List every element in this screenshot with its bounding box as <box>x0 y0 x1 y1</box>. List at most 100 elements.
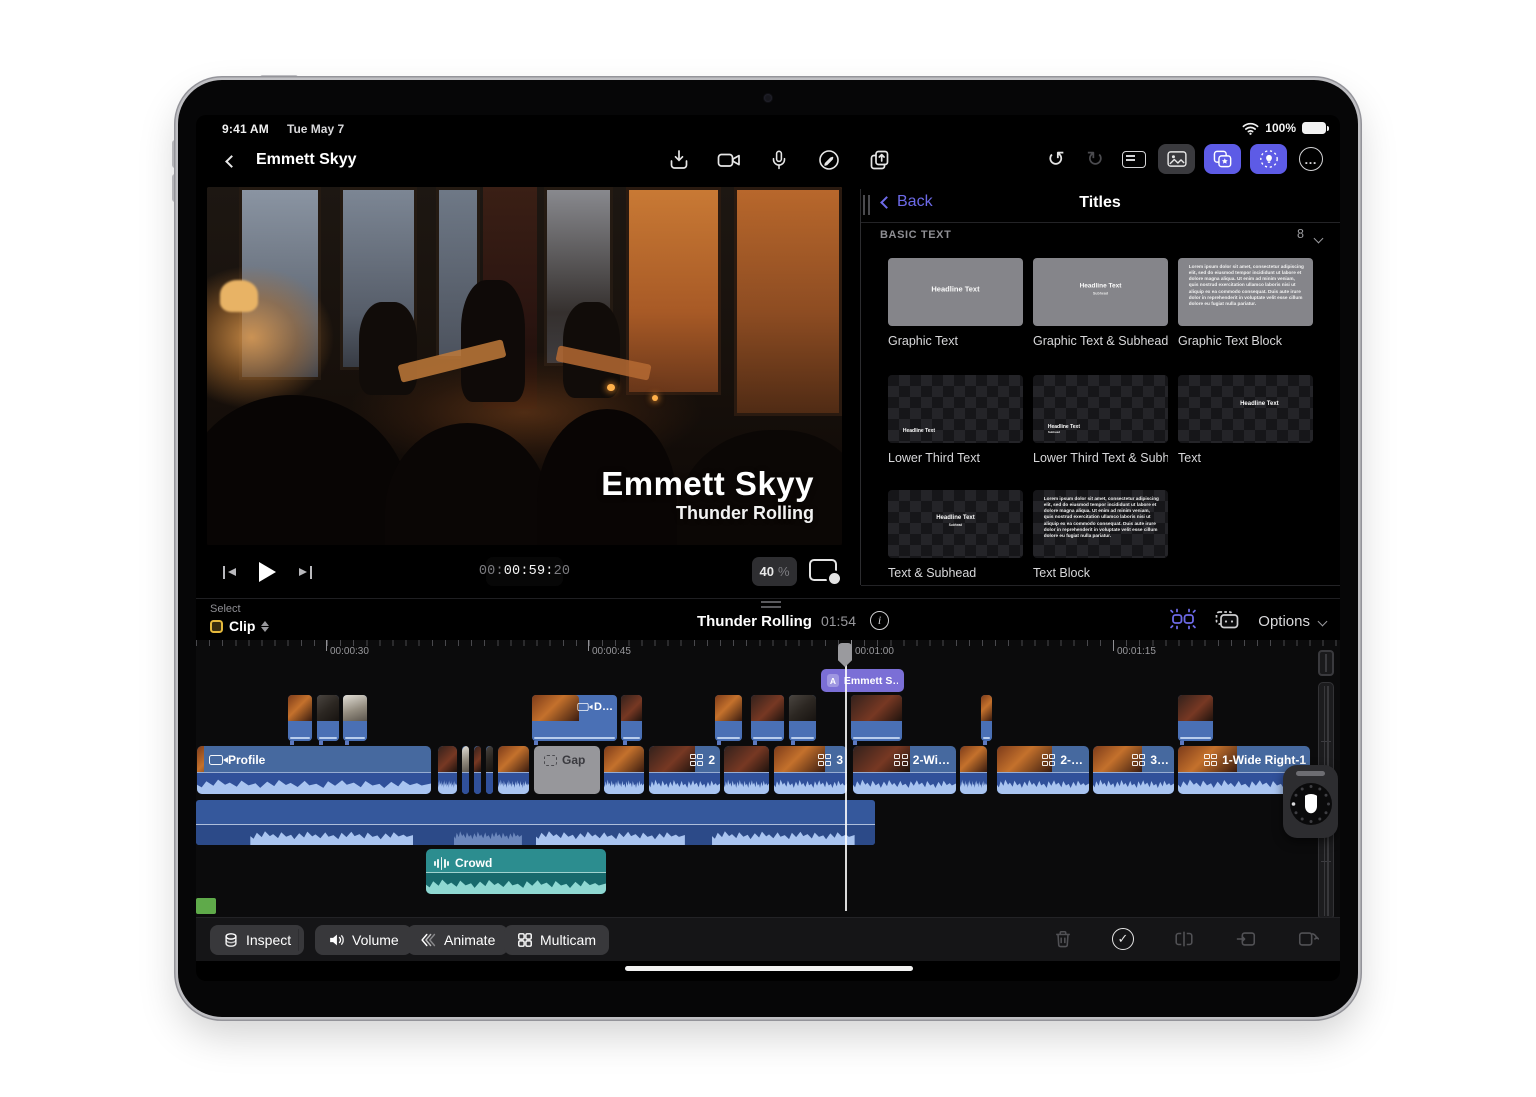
title-item-text[interactable]: Headline Text Text <box>1178 375 1313 465</box>
pencil-circle-icon <box>817 148 841 172</box>
audio-clip-crowd[interactable]: Crowd <box>425 848 607 895</box>
timecode-display[interactable]: 00:00:59:20 <box>486 557 563 586</box>
clip[interactable] <box>461 745 470 795</box>
connected-clip[interactable] <box>714 694 743 742</box>
title-item-text-subhead[interactable]: Headline Text Subhead Text & Subhead <box>888 490 1023 580</box>
options-button[interactable]: Options <box>1258 613 1326 630</box>
timeline-project-duration: 01:54 <box>821 613 856 629</box>
select-mode-dropdown[interactable]: Clip <box>210 618 269 634</box>
section-collapse-button[interactable] <box>1315 229 1322 247</box>
panel-back-button[interactable]: Back <box>882 193 933 211</box>
clip-2-wide[interactable]: 2-Wi… <box>852 745 957 795</box>
audio-clip-music[interactable] <box>196 800 875 845</box>
redo-button[interactable]: ↻ <box>1080 144 1110 174</box>
clip-height-control[interactable] <box>1318 650 1334 676</box>
multicam-icon <box>1042 754 1056 766</box>
external-display-icon[interactable] <box>809 559 837 581</box>
clip[interactable] <box>959 745 988 795</box>
undo-button[interactable]: ↺ <box>1041 144 1071 174</box>
clip[interactable] <box>497 745 530 795</box>
clip-3[interactable]: 3 <box>773 745 848 795</box>
clip-profile[interactable]: Profile <box>196 745 432 795</box>
overwrite-clip-button[interactable] <box>1295 926 1321 952</box>
connected-clip[interactable] <box>1177 694 1214 742</box>
title-item-graphic-text[interactable]: Headline Text Graphic Text <box>888 258 1023 348</box>
magnetic-timeline-icon <box>1170 607 1196 631</box>
connected-clip[interactable] <box>980 694 993 742</box>
split-clip-button[interactable] <box>1171 926 1197 952</box>
voiceover-button[interactable] <box>764 145 794 175</box>
clip[interactable] <box>603 745 645 795</box>
clip[interactable] <box>437 745 458 795</box>
insert-icon <box>1235 929 1257 949</box>
multicam-button[interactable]: Multicam <box>504 925 609 955</box>
clip-2b[interactable]: 2-… <box>996 745 1090 795</box>
connected-clip[interactable] <box>620 694 643 742</box>
connect-clip-button[interactable] <box>1214 607 1240 636</box>
front-camera <box>764 94 772 102</box>
timeline-resize-grip[interactable] <box>761 601 781 608</box>
select-mode-label: Select <box>210 603 241 615</box>
connected-clip[interactable] <box>788 694 817 742</box>
approve-button[interactable]: ✓ <box>1110 926 1136 952</box>
title-item-text-block[interactable]: Lorem ipsum dolor sit amet, consectetur … <box>1033 490 1168 580</box>
playhead-line[interactable] <box>845 643 847 911</box>
inspect-icon <box>223 932 239 948</box>
title-item-lower-third-text-subhead[interactable]: Headline Text Subhead Lower Third Text &… <box>1033 375 1168 465</box>
audio-waveform-icon <box>434 857 449 870</box>
gap-icon <box>544 755 557 766</box>
connected-clip[interactable] <box>850 694 903 742</box>
connected-clip[interactable] <box>342 694 368 742</box>
delete-button[interactable] <box>1050 926 1076 952</box>
video-viewer[interactable]: Emmett Skyy Thunder Rolling <box>207 187 842 545</box>
connected-clip[interactable]: D… <box>531 694 618 742</box>
share-button[interactable] <box>864 145 894 175</box>
skip-to-start-button[interactable] <box>215 558 243 586</box>
skip-to-end-button[interactable] <box>291 558 319 586</box>
playhead-handle[interactable] <box>838 643 852 667</box>
home-indicator[interactable] <box>625 966 913 971</box>
status-date: Tue May 7 <box>287 122 344 136</box>
timeline-area[interactable]: 00:00:30 00:00:45 00:01:00 00:01:15 D… <box>196 640 1340 917</box>
play-button[interactable] <box>253 558 281 586</box>
color-light-button[interactable] <box>1250 144 1287 174</box>
divider <box>861 222 1340 223</box>
connected-clip[interactable] <box>287 694 313 742</box>
clip-2[interactable]: 2 <box>648 745 721 795</box>
more-button[interactable]: … <box>1296 144 1326 174</box>
viewer-zoom-control[interactable]: 40% <box>752 557 797 586</box>
title-item-graphic-text-block[interactable]: Lorem ipsum dolor sit amet, consectetur … <box>1178 258 1313 348</box>
range-start-marker[interactable] <box>196 898 216 914</box>
animate-button[interactable]: Animate <box>407 925 508 955</box>
import-media-button[interactable] <box>664 145 694 175</box>
photo-icon <box>1167 151 1187 167</box>
insert-clip-button[interactable] <box>1233 926 1259 952</box>
clip[interactable] <box>485 745 494 795</box>
inspect-button[interactable]: Inspect <box>210 925 304 955</box>
record-video-button[interactable] <box>714 145 744 175</box>
clip-gap[interactable]: Gap <box>533 745 601 795</box>
back-button[interactable] <box>218 148 244 174</box>
clip[interactable] <box>473 745 482 795</box>
title-item-graphic-text-subhead[interactable]: Headline Text Subhead Graphic Text & Sub… <box>1033 258 1168 348</box>
chevron-left-icon <box>225 155 238 168</box>
lamp-shade <box>220 280 258 312</box>
volume-button[interactable]: Volume <box>315 925 412 955</box>
divider <box>861 585 1340 586</box>
clip-3b[interactable]: 3… <box>1092 745 1175 795</box>
magnetic-timeline-button[interactable] <box>1170 607 1196 636</box>
panel-divider <box>860 189 861 585</box>
ruler-tick-label: 00:01:00 <box>855 646 894 657</box>
title-clip-emmett-skyy[interactable]: A Emmett S… <box>820 668 905 693</box>
apple-pencil-button[interactable] <box>814 145 844 175</box>
connected-clip[interactable] <box>316 694 340 742</box>
connected-clip[interactable] <box>750 694 785 742</box>
jog-wheel[interactable] <box>1283 765 1338 838</box>
project-info-button[interactable]: i <box>870 611 889 630</box>
title-item-lower-third-text[interactable]: Headline Text Lower Third Text <box>888 375 1023 465</box>
clip[interactable] <box>723 745 770 795</box>
titles-effects-button[interactable] <box>1204 144 1241 174</box>
media-browser-button[interactable] <box>1158 144 1195 174</box>
skip-back-icon <box>223 566 236 579</box>
inspector-button[interactable] <box>1119 144 1149 174</box>
